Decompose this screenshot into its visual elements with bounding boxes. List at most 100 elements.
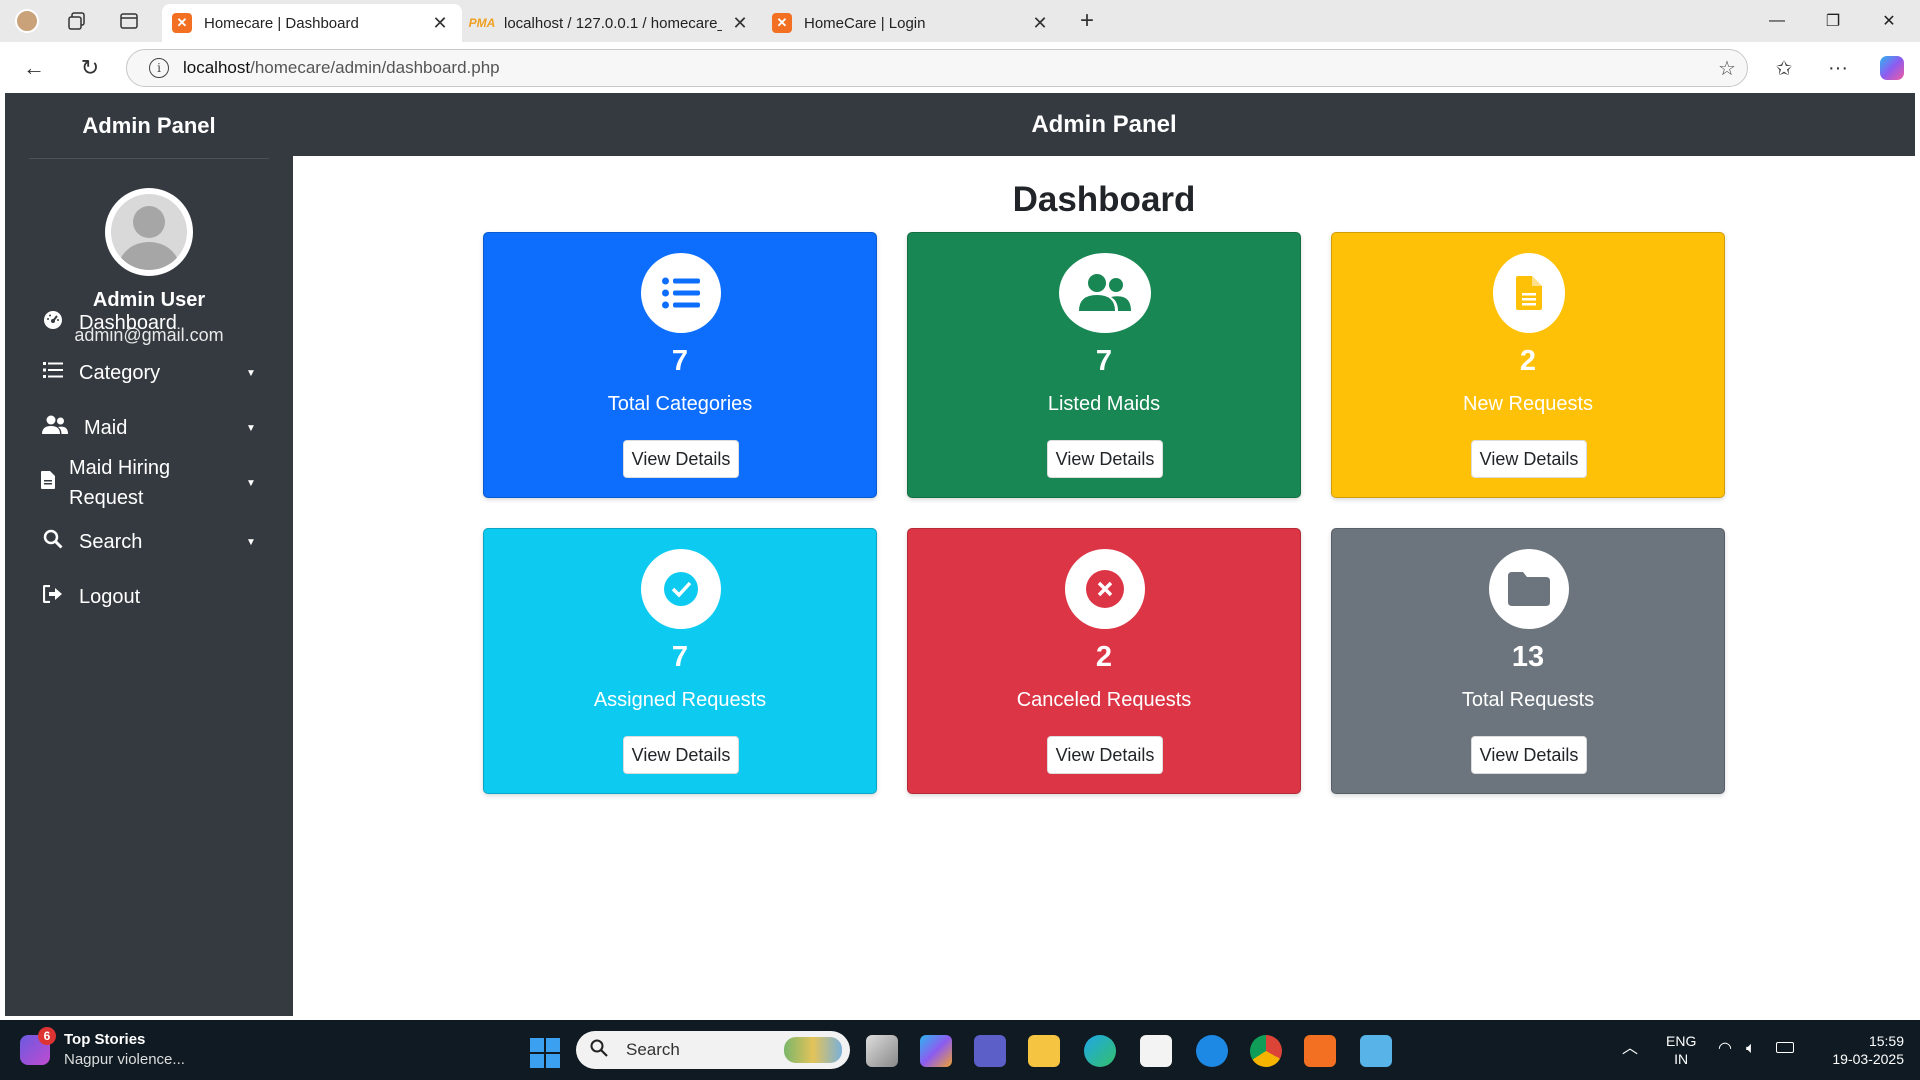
tab-title: HomeCare | Login [804,14,926,32]
sidebar-item-category[interactable]: Category ▼ [5,358,293,388]
tab-actions-icon[interactable] [116,8,142,34]
wifi-icon[interactable]: ◠ [1718,1040,1732,1058]
file-icon [1493,253,1565,333]
check-circle-icon [641,549,721,629]
region-label: IN [1674,1051,1689,1067]
sidebar-item-logout[interactable]: Logout [5,582,293,612]
card-label: Canceled Requests [1016,689,1192,711]
folder-icon [1489,549,1569,629]
close-window-icon[interactable]: ✕ [1866,6,1912,36]
card-label: Listed Maids [1047,393,1161,415]
clock-date: 19-03-2025 [1832,1051,1904,1067]
clock-time: 15:59 [1868,1033,1904,1049]
browser-tab-login[interactable]: ✕ HomeCare | Login ✕ [762,4,1062,42]
language-indicator[interactable]: ENG IN [1666,1032,1696,1068]
show-hidden-icons-chevron-icon[interactable]: ︿ [1622,1040,1638,1058]
sidebar-item-label: Maid Hiring Request [69,457,171,509]
close-tab-icon[interactable]: ✕ [730,13,750,34]
users-icon [41,415,69,441]
card-label: New Requests [1462,393,1594,415]
favorite-star-icon[interactable]: ☆ [1707,56,1747,81]
phpmyadmin-favicon-icon: PMA [468,16,496,30]
url-path: /homecare/admin/dashboard.php [250,58,500,77]
card-new-requests: 2 New Requests View Details [1331,232,1725,498]
news-subtitle: Nagpur violence... [64,1051,185,1068]
search-highlight-icon [784,1037,842,1063]
view-details-button[interactable]: View Details [1047,440,1163,478]
sidebar-item-maid-hiring-request[interactable]: Maid Hiring Request ▼ [5,453,293,513]
user-avatar-icon [111,194,187,270]
main-content: Dashboard 7 Total Categories View Detail… [293,156,1915,1016]
battery-icon[interactable] [1776,1042,1794,1053]
sidebar-item-dashboard[interactable]: Dashboard [5,308,293,338]
news-title: Top Stories [64,1031,146,1048]
xampp-favicon-icon: ✕ [172,13,192,33]
favorites-icon[interactable]: ✩ [1768,52,1800,84]
sidebar: Admin Panel Admin User admin@gmail.com D… [5,93,293,1016]
notepad-icon[interactable] [1360,1035,1392,1067]
task-view-icon[interactable] [866,1035,898,1067]
card-value: 7 [671,641,689,673]
restore-icon[interactable]: ❐ [1810,6,1856,36]
site-info-icon[interactable]: i [149,58,169,78]
copilot-app-icon[interactable] [920,1035,952,1067]
minimize-icon[interactable]: — [1754,6,1800,36]
help-app-icon[interactable] [1196,1035,1228,1067]
search-icon [41,529,65,555]
card-total-requests: 13 Total Requests View Details [1331,528,1725,794]
chrome-icon[interactable] [1250,1035,1282,1067]
news-widget[interactable]: 6 Top Stories Nagpur violence... [20,1027,185,1070]
news-badge: 6 [38,1027,56,1045]
news-widget-icon: 6 [20,1027,56,1065]
refresh-icon[interactable]: ↻ [74,52,106,84]
taskbar-search-input[interactable]: Search [576,1031,850,1069]
view-details-button[interactable]: View Details [1471,440,1587,478]
sidebar-item-search[interactable]: Search ▼ [5,527,293,557]
xampp-icon[interactable] [1304,1035,1336,1067]
profile-avatar-icon[interactable] [14,8,40,34]
dashboard-gauge-icon [41,310,65,336]
url-text: localhost/homecare/admin/dashboard.php [183,58,1707,78]
card-value: 2 [1519,345,1537,377]
chevron-down-icon: ▼ [246,367,256,379]
card-total-categories: 7 Total Categories View Details [483,232,877,498]
volume-icon[interactable]: 🔈︎ [1746,1040,1756,1058]
teams-icon[interactable] [974,1035,1006,1067]
address-bar-row: ← ↻ i localhost/homecare/admin/dashboard… [0,42,1920,92]
sidebar-item-label: Search [79,530,143,553]
file-explorer-icon[interactable] [1028,1035,1060,1067]
view-details-button[interactable]: View Details [1471,736,1587,774]
card-assigned-requests: 7 Assigned Requests View Details [483,528,877,794]
back-arrow-icon[interactable]: ← [18,52,50,84]
browser-tab-dashboard[interactable]: ✕ Homecare | Dashboard ✕ [162,4,462,42]
workspaces-icon[interactable] [64,8,90,34]
new-tab-icon[interactable]: + [1074,7,1100,34]
copilot-icon[interactable] [1876,52,1908,84]
close-tab-icon[interactable]: ✕ [430,13,450,34]
admin-app: Admin Panel Admin User admin@gmail.com D… [5,93,1915,1016]
url-input[interactable]: i localhost/homecare/admin/dashboard.php… [126,49,1748,87]
view-details-button[interactable]: View Details [623,736,739,774]
search-icon [590,1039,614,1062]
browser-tab-phpmyadmin[interactable]: PMA localhost / 127.0.0.1 / homecare_d ✕ [462,4,762,42]
chevron-down-icon: ▼ [246,477,256,489]
chevron-down-icon: ▼ [246,536,256,548]
page-header: Admin Panel [293,93,1915,156]
card-value: 13 [1511,641,1545,673]
avatar [105,188,193,276]
sidebar-title: Admin Panel [29,93,269,159]
windows-start-icon[interactable] [530,1038,560,1068]
edge-browser-icon[interactable] [1084,1035,1116,1067]
list-icon [641,253,721,333]
more-options-icon[interactable]: ··· [1822,52,1854,84]
url-host: localhost [183,58,251,77]
microsoft-store-icon[interactable] [1140,1035,1172,1067]
view-details-button[interactable]: View Details [1047,736,1163,774]
close-tab-icon[interactable]: ✕ [1030,13,1050,34]
clock[interactable]: 15:59 19-03-2025 [1814,1032,1904,1068]
sidebar-item-maid[interactable]: Maid ▼ [5,413,293,443]
xampp-favicon-icon: ✕ [772,13,792,33]
view-details-button[interactable]: View Details [623,440,739,478]
list-icon [41,361,65,385]
sidebar-item-label: Logout [79,585,141,608]
